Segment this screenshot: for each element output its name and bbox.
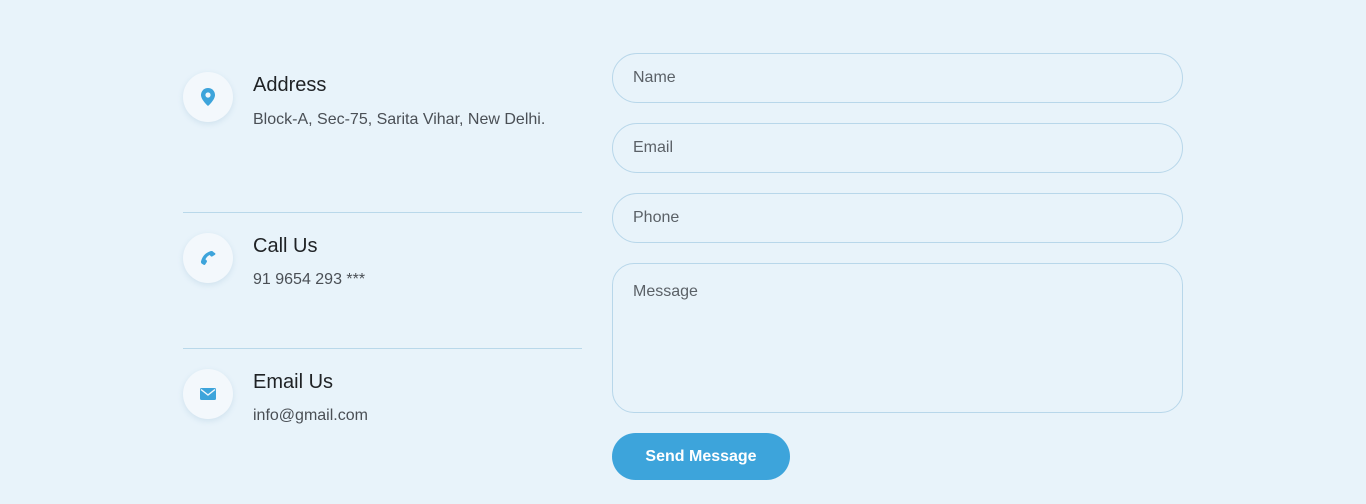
address-text: Block-A, Sec-75, Sarita Vihar, New Delhi… [253, 111, 546, 128]
address-title: Address [253, 74, 327, 96]
divider [183, 212, 582, 213]
email-field[interactable] [612, 123, 1183, 173]
email-text: info@gmail.com [253, 407, 368, 424]
call-text: 91 9654 293 *** [253, 271, 366, 288]
contact-section: Address Block-A, Sec-75, Sarita Vihar, N… [0, 0, 1366, 504]
divider [183, 348, 582, 349]
envelope-icon [183, 369, 233, 419]
phone-field[interactable] [612, 193, 1183, 243]
send-message-button[interactable]: Send Message [612, 433, 790, 480]
phone-icon [183, 233, 233, 283]
name-field[interactable] [612, 53, 1183, 103]
message-field[interactable] [612, 263, 1183, 413]
map-pin-icon [183, 72, 233, 122]
email-title: Email Us [253, 371, 334, 393]
call-title: Call Us [253, 235, 318, 257]
